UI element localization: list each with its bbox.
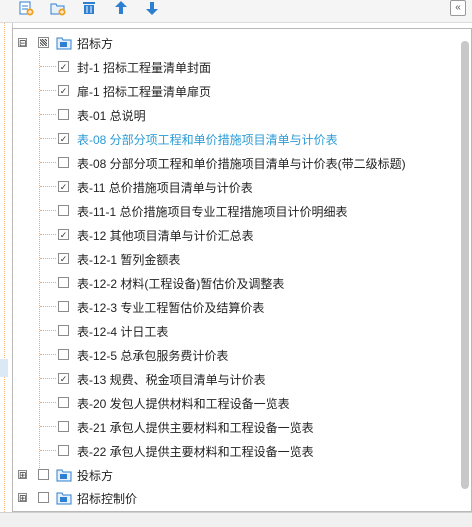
- delete-icon[interactable]: [79, 0, 99, 16]
- status-strip: [0, 512, 472, 527]
- tree-item-label[interactable]: 表-11 总价措施项目清单与计价表: [77, 179, 253, 196]
- item-checkbox[interactable]: ✓: [58, 229, 69, 240]
- tree-line: [40, 162, 56, 163]
- item-checkbox[interactable]: [58, 445, 69, 456]
- item-checkbox[interactable]: [58, 301, 69, 312]
- folder-icon: [56, 469, 72, 482]
- folder-icon: [56, 492, 72, 505]
- tree-group-label[interactable]: 投标方: [77, 467, 113, 484]
- item-checkbox[interactable]: ✓: [58, 133, 69, 144]
- item-checkbox[interactable]: [58, 157, 69, 168]
- tree-root-label[interactable]: 招标方: [77, 35, 113, 52]
- tree-item-label[interactable]: 表-08 分部分项工程和单价措施项目清单与计价表(带二级标题): [77, 155, 406, 172]
- tree-line: [39, 51, 40, 480]
- tree-item-label[interactable]: 表-12-2 材料(工程设备)暂估价及调整表: [77, 275, 284, 292]
- item-checkbox[interactable]: ✓: [58, 181, 69, 192]
- tree-item-label[interactable]: 封-1 招标工程量清单封面: [77, 59, 211, 76]
- tree-item-label[interactable]: 表-22 承包人提供主要材料和工程设备一览表: [77, 443, 314, 460]
- collapse-panel-button[interactable]: «: [450, 0, 466, 16]
- tree-item-label[interactable]: 表-20 发包人提供材料和工程设备一览表: [77, 395, 290, 412]
- group-checkbox-control-price[interactable]: [38, 492, 49, 503]
- tree-line: [40, 402, 56, 403]
- report-tree: ⊟ 招标方 ⊞ 投标方 ⊞ 招标控制价 ✓ 封-1 招标工程量清单封面 ✓ 扉-1 招…: [12, 28, 472, 512]
- tree-line: [40, 282, 56, 283]
- tree-item-label[interactable]: 表-08 分部分项工程和单价措施项目清单与计价表: [77, 131, 338, 148]
- tree-line: [40, 258, 56, 259]
- tree-item-label[interactable]: 表-12-5 总承包服务费计价表: [77, 347, 228, 364]
- item-checkbox[interactable]: [58, 349, 69, 360]
- tree-item-label[interactable]: 表-11-1 总价措施项目专业工程措施项目计价明细表: [77, 203, 347, 220]
- tree-line: [40, 114, 56, 115]
- move-down-icon[interactable]: [142, 0, 162, 16]
- add-item-icon[interactable]: [16, 0, 36, 16]
- tree-item-label[interactable]: 扉-1 招标工程量清单扉页: [77, 83, 211, 100]
- item-checkbox[interactable]: [58, 205, 69, 216]
- tree-item-label[interactable]: 表-12-4 计日工表: [77, 323, 168, 340]
- tree-item-label[interactable]: 表-13 规费、税金项目清单与计价表: [77, 371, 266, 388]
- tree-item-label[interactable]: 表-01 总说明: [77, 107, 146, 124]
- tree-item-label[interactable]: 表-12-3 专业工程暂估价及结算价表: [77, 299, 264, 316]
- item-checkbox[interactable]: [58, 325, 69, 336]
- tree-item-label[interactable]: 表-21 承包人提供主要材料和工程设备一览表: [77, 419, 314, 436]
- scrollbar-thumb[interactable]: [461, 41, 469, 489]
- expand-icon[interactable]: ⊞: [18, 470, 27, 480]
- tree-item-label[interactable]: 表-12 其他项目清单与计价汇总表: [77, 227, 254, 244]
- tree-line: [40, 138, 56, 139]
- item-checkbox[interactable]: ✓: [58, 61, 69, 72]
- tree-group-label[interactable]: 招标控制价: [77, 490, 137, 507]
- group-checkbox-bidder[interactable]: [38, 469, 49, 480]
- collapse-icon[interactable]: ⊟: [18, 38, 27, 48]
- tree-line: [40, 90, 56, 91]
- item-checkbox[interactable]: [58, 397, 69, 408]
- tree-line: [40, 426, 56, 427]
- tree-line: [40, 234, 56, 235]
- toolbar: «: [0, 0, 472, 23]
- tree-line: [40, 306, 56, 307]
- tree-item-label[interactable]: 表-12-1 暂列金额表: [77, 251, 180, 268]
- item-checkbox[interactable]: ✓: [58, 85, 69, 96]
- tree-line: [40, 186, 56, 187]
- tree-line: [40, 330, 56, 331]
- item-checkbox[interactable]: [58, 109, 69, 120]
- tree-line: [40, 378, 56, 379]
- move-up-icon[interactable]: [111, 0, 131, 16]
- item-checkbox[interactable]: [58, 277, 69, 288]
- tree-line: [4, 23, 5, 512]
- root-checkbox[interactable]: [38, 37, 49, 48]
- folder-icon: [56, 37, 72, 50]
- tree-line: [40, 354, 56, 355]
- vertical-scrollbar[interactable]: [461, 41, 469, 505]
- add-folder-icon[interactable]: [48, 0, 68, 16]
- item-checkbox[interactable]: ✓: [58, 253, 69, 264]
- tree-line: [40, 66, 56, 67]
- tree-line: [40, 450, 56, 451]
- item-checkbox[interactable]: [58, 421, 69, 432]
- selection-marker: [0, 359, 8, 377]
- tree-line: [40, 210, 56, 211]
- expand-icon[interactable]: ⊞: [18, 493, 27, 503]
- item-checkbox[interactable]: ✓: [58, 373, 69, 384]
